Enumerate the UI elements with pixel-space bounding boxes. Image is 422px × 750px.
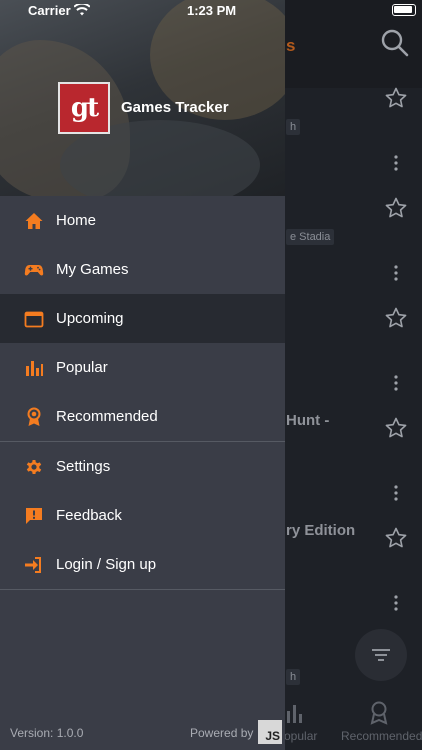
menu-item-label: My Games — [56, 261, 129, 278]
battery-icon — [392, 4, 416, 16]
platform-chip: h — [286, 119, 301, 135]
search-icon[interactable] — [380, 28, 410, 58]
menu-item-my-games[interactable]: My Games — [0, 245, 285, 294]
menu-item-label: Popular — [56, 359, 108, 376]
more-icon[interactable] — [393, 375, 399, 391]
bar-chart-icon — [287, 705, 302, 723]
more-icon[interactable] — [393, 265, 399, 281]
menu-item-feedback[interactable]: Feedback — [0, 491, 285, 540]
menu-item-label: Settings — [56, 458, 111, 475]
feedback-icon — [26, 507, 42, 524]
menu-item-label: Home — [56, 212, 97, 229]
star-icon[interactable] — [384, 86, 408, 110]
platform-chip: h — [286, 669, 301, 685]
wifi-icon — [74, 4, 90, 16]
gear-icon — [26, 459, 42, 474]
star-icon[interactable] — [384, 416, 408, 440]
menu-item-label: Upcoming — [56, 310, 124, 327]
menu-item-popular[interactable]: Popular — [0, 343, 285, 392]
tab-recommended[interactable]: Recommended — [341, 729, 422, 743]
menu-item-label: Login / Sign up — [56, 556, 157, 573]
game-title: ry Edition — [286, 522, 356, 539]
more-icon[interactable] — [393, 155, 399, 171]
status-carrier: Carrier — [28, 3, 71, 18]
tab-popular[interactable]: opular — [284, 729, 317, 743]
platform-chip: e Stadia — [286, 229, 335, 245]
more-icon[interactable] — [393, 485, 399, 501]
background-title: s — [286, 36, 296, 55]
js-logo: JS — [258, 720, 282, 744]
bar-chart-icon — [26, 360, 43, 376]
filter-button[interactable] — [355, 629, 407, 681]
menu-item-recommended[interactable]: Recommended — [0, 392, 285, 441]
star-icon[interactable] — [384, 306, 408, 330]
menu-item-home[interactable]: Home — [0, 196, 285, 245]
menu-item-settings[interactable]: Settings — [0, 442, 285, 491]
menu-item-login[interactable]: Login / Sign up — [0, 540, 285, 589]
powered-by-text: Powered by — [190, 726, 254, 740]
version-text: Version: 1.0.0 — [10, 726, 84, 740]
menu-item-label: Feedback — [56, 507, 122, 524]
filter-icon — [372, 649, 390, 661]
navigation-drawer: gt Games Tracker Home My Games Upcoming … — [0, 0, 285, 750]
app-logo: gt — [58, 82, 110, 134]
home-icon — [25, 212, 43, 229]
star-icon[interactable] — [384, 196, 408, 220]
status-time: 1:23 PM — [187, 3, 237, 18]
award-icon — [370, 701, 388, 725]
award-icon — [27, 407, 41, 426]
menu-divider — [0, 589, 285, 590]
star-icon[interactable] — [384, 526, 408, 550]
game-title: Hunt - — [286, 412, 330, 429]
login-icon — [25, 556, 41, 573]
app-name: Games Tracker — [121, 99, 229, 116]
more-icon[interactable] — [393, 595, 399, 611]
calendar-icon — [24, 311, 44, 327]
menu-item-label: Recommended — [56, 408, 158, 425]
gamepad-icon — [24, 264, 44, 275]
drawer-header-image — [0, 0, 285, 196]
drawer-menu: Home My Games Upcoming Popular Recommend… — [0, 196, 285, 590]
menu-item-upcoming[interactable]: Upcoming — [0, 294, 285, 343]
